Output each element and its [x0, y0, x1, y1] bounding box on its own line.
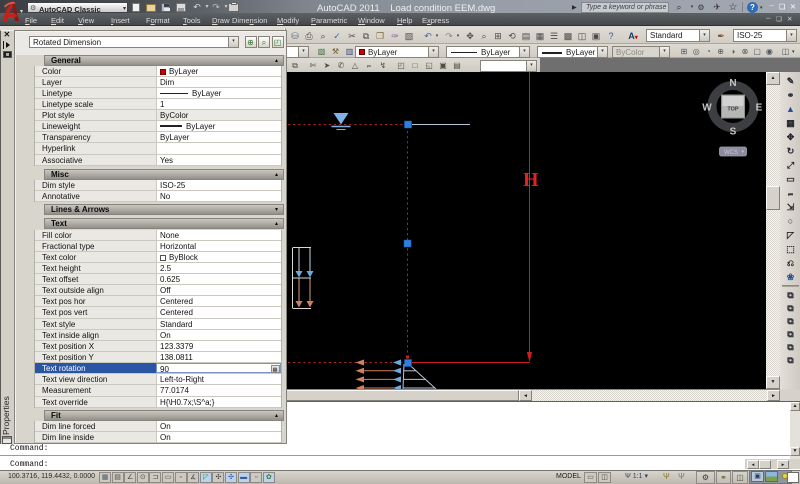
svg-text:H: H	[523, 169, 539, 191]
svg-text:TOP: TOP	[727, 107, 739, 113]
svg-text:S: S	[730, 127, 737, 138]
svg-text:W: W	[702, 103, 712, 114]
svg-text:WCS: WCS	[724, 150, 738, 156]
svg-text:N: N	[729, 78, 736, 89]
svg-text:E: E	[756, 103, 763, 114]
